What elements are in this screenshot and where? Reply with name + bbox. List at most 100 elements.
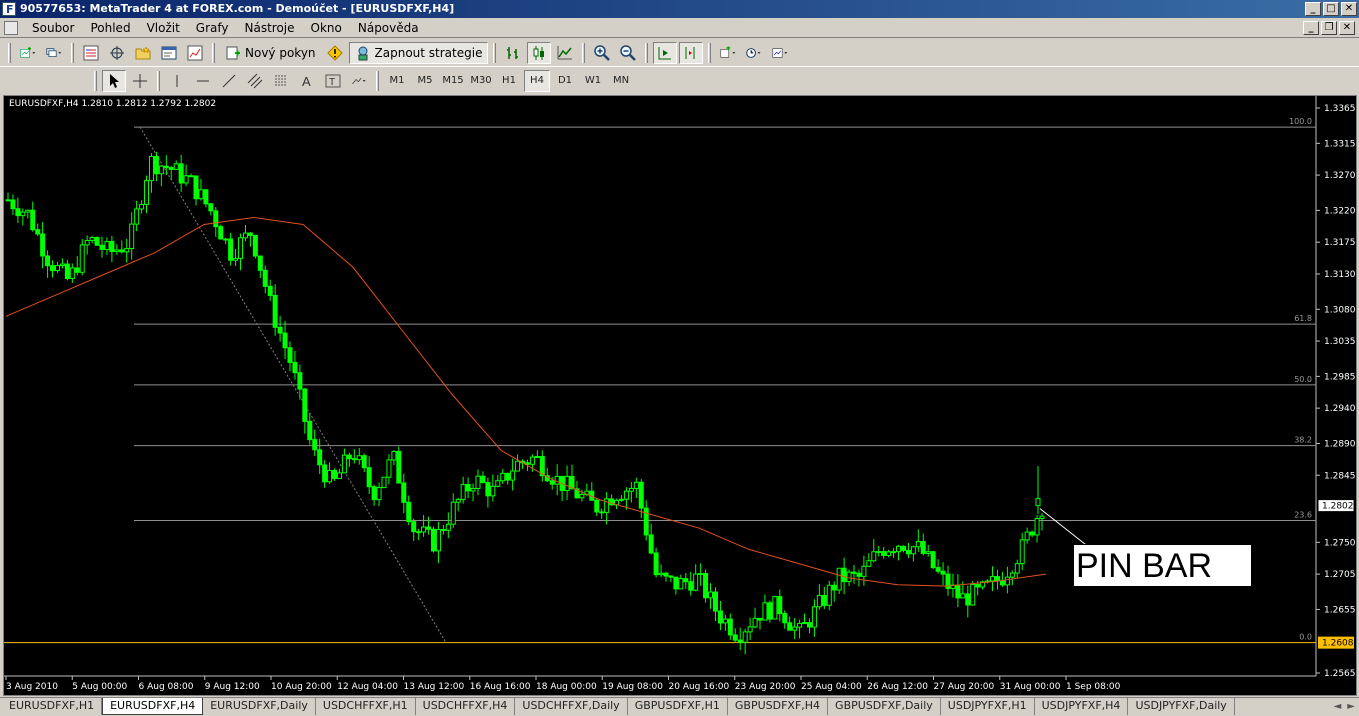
minimize-button[interactable]: _ (1305, 2, 1321, 16)
menu-okno[interactable]: Okno (303, 18, 350, 38)
timeframe-d1[interactable]: D1 (552, 70, 578, 92)
text-label-button[interactable]: T (321, 70, 345, 92)
timeframe-m5[interactable]: M5 (412, 70, 438, 92)
chart-tab[interactable]: USDJPYFXF,H4 (1035, 698, 1129, 715)
crosshair-tool-button[interactable] (128, 70, 152, 92)
strategy-tester-button[interactable] (183, 42, 207, 64)
indicators-button[interactable] (716, 42, 740, 64)
candle-body-bear (346, 454, 352, 460)
price-chart[interactable]: 1.3365 1.3315 1.3270 1.3220 1.3175 1.3130 1.30… (4, 96, 1356, 695)
chart-tab-active[interactable]: EURUSDFXF,H4 (102, 698, 204, 715)
chart-tab[interactable]: EURUSDFXF,Daily (203, 698, 316, 715)
chart-tab[interactable]: GBPUSDFXF,H1 (628, 698, 728, 715)
line-chart-icon (557, 45, 573, 59)
chart-tab[interactable]: GBPUSDFXF,H4 (728, 698, 829, 715)
candle-body-bear (955, 584, 961, 599)
periods-button[interactable] (742, 42, 766, 64)
new-chart-button[interactable] (16, 42, 40, 64)
candle-body-bear (50, 265, 56, 272)
timeframe-mn[interactable]: MN (608, 70, 634, 92)
bar-chart-icon (507, 46, 519, 59)
fibonacci-button[interactable] (269, 70, 293, 92)
base-level-price-label: 1.2608 (1322, 639, 1354, 649)
auto-scroll-icon (658, 46, 672, 59)
timeframe-m1[interactable]: M1 (384, 70, 410, 92)
menu-vlozit[interactable]: Vložit (139, 18, 188, 38)
vertical-line-icon (176, 74, 178, 87)
menu-grafy[interactable]: Grafy (188, 18, 237, 38)
moving-average-line (5, 216, 1047, 587)
chart-window[interactable]: 1.3365 1.3315 1.3270 1.3220 1.3175 1.3130 1.30… (3, 95, 1357, 696)
navigator-button[interactable] (105, 42, 129, 64)
chart-tab[interactable]: EURUSDFXF,H1 (2, 698, 103, 715)
templates-button[interactable] (768, 42, 792, 64)
candle-body-bear (653, 552, 659, 576)
chart-shift-button[interactable] (679, 41, 704, 64)
candle-body-bull (752, 617, 758, 628)
auto-scroll-button[interactable] (653, 41, 678, 64)
menu-nastroje[interactable]: Nástroje (237, 18, 303, 38)
alert-button[interactable] (323, 42, 347, 64)
chart-tab[interactable]: USDCHFFXF,H4 (416, 698, 516, 715)
menu-soubor[interactable]: Soubor (24, 18, 82, 38)
chart-tab[interactable]: USDCHFFXF,H1 (316, 698, 416, 715)
chart-tab[interactable]: GBPUSDFXF,Daily (828, 698, 941, 715)
candle-body-bull (742, 631, 748, 643)
chart-tab[interactable]: USDJPYFXF,Daily (1128, 698, 1235, 715)
menu-pohled[interactable]: Pohled (82, 18, 138, 38)
timeframe-h1[interactable]: H1 (496, 70, 522, 92)
candle-body-bull (747, 626, 753, 633)
close-button[interactable]: ✕ (1341, 2, 1357, 16)
expert-advisors-toggle[interactable]: Zapnout strategie (348, 41, 489, 64)
zoom-in-button[interactable] (590, 42, 614, 64)
zoom-out-button[interactable] (616, 42, 640, 64)
candle-body-bull (871, 551, 877, 562)
arrows-button[interactable] (347, 70, 371, 92)
timeframe-w1[interactable]: W1 (580, 70, 606, 92)
vertical-line-button[interactable] (165, 70, 189, 92)
horizontal-line-button[interactable] (191, 70, 215, 92)
toolbar-grip[interactable] (8, 42, 11, 63)
pin-bar-annotation[interactable]: PIN BAR (1073, 544, 1252, 587)
candle-body-bull (1039, 515, 1045, 519)
text-tool-button[interactable]: A (295, 70, 319, 92)
candle-body-bear (317, 449, 323, 466)
price-tick-label: 1.2655 (1324, 605, 1356, 615)
terminal-button[interactable] (157, 42, 181, 64)
candle-body-bull (327, 470, 333, 483)
tab-scroll-right-icon[interactable]: ► (1347, 701, 1355, 712)
candle-body-bear (965, 593, 971, 606)
toolbar-separator (212, 42, 215, 63)
candle-body-bull (114, 249, 120, 253)
warning-icon (326, 44, 343, 61)
mdi-close-button[interactable]: ✕ (1339, 21, 1355, 35)
market-watch-button[interactable] (79, 42, 103, 64)
equidistant-channel-button[interactable] (243, 70, 267, 92)
favorites-button[interactable] (131, 42, 155, 64)
candle-body-bull (915, 540, 921, 548)
new-order-button[interactable]: Nový pokyn (220, 42, 321, 64)
timeframe-h4[interactable]: H4 (524, 69, 550, 92)
menu-napoveda[interactable]: Nápověda (350, 18, 427, 38)
chart-tab[interactable]: USDJPYFXF,H1 (941, 698, 1035, 715)
candle-body-bull (792, 626, 798, 631)
candlestick-chart-button[interactable] (527, 41, 552, 64)
mdi-restore-button[interactable]: ❐ (1321, 21, 1337, 35)
bar-chart-button[interactable] (501, 42, 525, 64)
profiles-button[interactable] (42, 42, 66, 64)
maximize-button[interactable]: □ (1323, 2, 1339, 16)
timeframe-m30[interactable]: M30 (468, 70, 494, 92)
candle-body-bull (445, 523, 451, 531)
chart-tab[interactable]: USDCHFFXF,Daily (515, 698, 628, 715)
trendline-button[interactable] (217, 70, 241, 92)
chart-window-icon[interactable] (4, 20, 18, 35)
toolbar-grip[interactable] (94, 70, 97, 91)
candle-body-bear (99, 244, 105, 251)
candle-body-bull (846, 571, 852, 583)
candle-body-bull (826, 584, 832, 606)
tab-scroll-left-icon[interactable]: ◄ (1334, 701, 1342, 712)
timeframe-m15[interactable]: M15 (440, 70, 466, 92)
mdi-minimize-button[interactable]: _ (1303, 21, 1319, 35)
cursor-tool-button[interactable] (102, 69, 126, 92)
line-chart-button[interactable] (553, 42, 577, 64)
